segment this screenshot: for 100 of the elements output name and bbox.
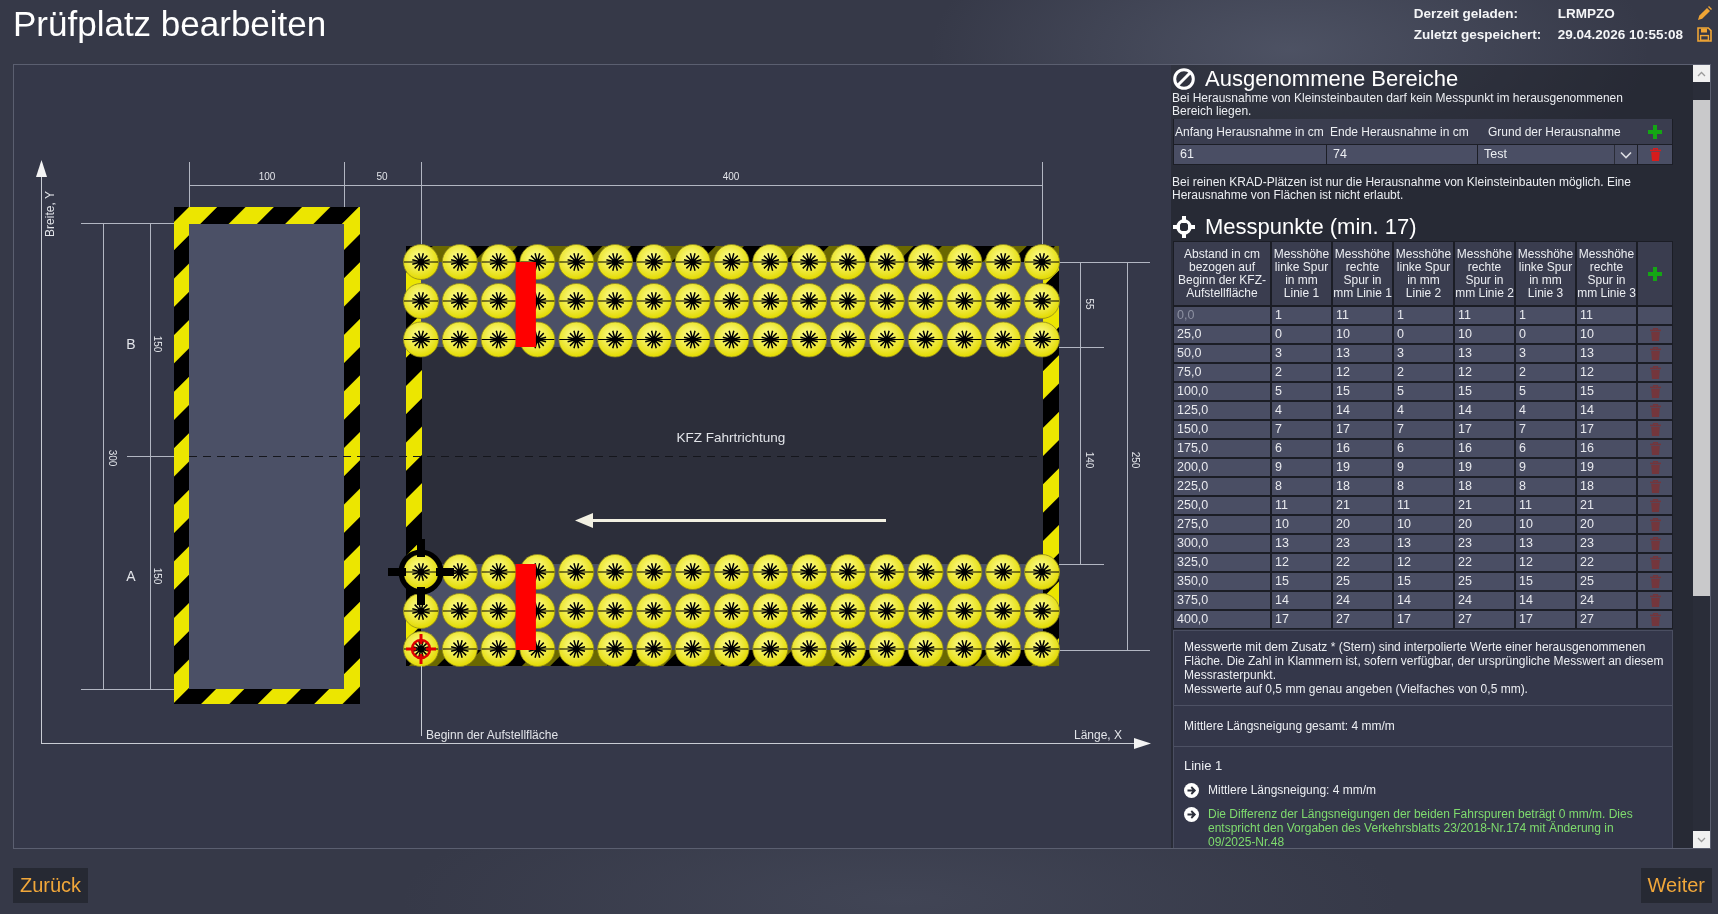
- trash-icon[interactable]: [1649, 518, 1661, 531]
- scrollbar-thumb[interactable]: [1693, 100, 1710, 596]
- table-cell: 16: [1333, 440, 1392, 457]
- laser-point-icon: [946, 244, 983, 280]
- dimension-label: 250: [1129, 451, 1141, 469]
- table-cell: 16: [1455, 440, 1514, 457]
- trash-icon[interactable]: [1649, 499, 1661, 512]
- next-button[interactable]: Weiter: [1640, 868, 1712, 903]
- trash-icon[interactable]: [1649, 148, 1661, 161]
- table-cell: 125,0: [1174, 402, 1270, 419]
- laser-point-icon: [713, 554, 750, 590]
- ban-icon: [1173, 68, 1195, 90]
- column-header: Abstand in cm bezogen auf Beginn der KFZ-Aufstellfläche: [1174, 242, 1270, 305]
- laser-point-icon: [441, 631, 478, 667]
- laser-point-icon: [1024, 631, 1060, 667]
- laser-point-icon: [558, 631, 595, 667]
- table-cell: 14: [1455, 402, 1514, 419]
- plus-icon[interactable]: [1648, 266, 1662, 281]
- pencil-icon[interactable]: [1697, 6, 1712, 21]
- table-cell: 13: [1455, 345, 1514, 362]
- input-field[interactable]: 74: [1327, 145, 1477, 164]
- trash-icon[interactable]: [1649, 347, 1661, 360]
- laser-point-icon: [868, 321, 905, 358]
- trash-icon[interactable]: [1649, 537, 1661, 550]
- plus-icon[interactable]: [1648, 124, 1662, 139]
- table-cell: 19: [1577, 459, 1636, 476]
- column-header: Grund der Herausnahme: [1487, 124, 1622, 139]
- table-cell: 18: [1455, 478, 1514, 495]
- laser-point-icon: [830, 244, 866, 280]
- table-cell: 15: [1333, 383, 1392, 400]
- laser-point-icon: [558, 283, 595, 319]
- table-cell: 10: [1394, 516, 1453, 533]
- table-cell: 0: [1516, 326, 1575, 343]
- table-cell: 13: [1516, 535, 1575, 552]
- laser-point-icon: [403, 283, 439, 319]
- laser-point-icon: [480, 593, 517, 629]
- dropdown[interactable]: Test: [1478, 145, 1637, 164]
- laser-point-icon: [636, 283, 672, 319]
- laser-point-icon: [480, 244, 517, 280]
- table-cell: 14: [1272, 592, 1331, 609]
- laser-point-icon: [403, 593, 439, 629]
- table-cell: 8: [1272, 478, 1331, 495]
- table-cell: 15: [1516, 573, 1575, 590]
- scroll-down-button[interactable]: [1693, 831, 1710, 848]
- input-field[interactable]: 61: [1174, 145, 1326, 164]
- trash-icon[interactable]: [1649, 556, 1661, 569]
- laser-point-icon: [674, 593, 711, 629]
- trash-icon[interactable]: [1649, 404, 1661, 417]
- trash-icon[interactable]: [1649, 594, 1661, 607]
- chevron-down-icon[interactable]: [1620, 150, 1632, 159]
- trash-icon[interactable]: [1649, 461, 1661, 474]
- laser-point-icon: [907, 554, 944, 590]
- table-cell: 17: [1577, 421, 1636, 438]
- trash-icon[interactable]: [1649, 480, 1661, 493]
- table-cell: 6: [1394, 440, 1453, 457]
- table-cell: 12: [1577, 364, 1636, 381]
- laser-point-icon: [480, 554, 517, 590]
- laser-point-icon: [830, 631, 866, 667]
- table-cell: 17: [1333, 421, 1392, 438]
- table-cell: 23: [1577, 535, 1636, 552]
- start-label: Beginn der Aufstellfläche: [426, 728, 559, 742]
- table-cell: 25: [1577, 573, 1636, 590]
- table-cell: 21: [1333, 497, 1392, 514]
- laser-point-icon: [1024, 244, 1060, 280]
- table-cell: 400,0: [1174, 611, 1270, 628]
- table-cell: 14: [1333, 402, 1392, 419]
- status-label: Zuletzt gespeichert:: [1413, 26, 1543, 44]
- trash-icon[interactable]: [1649, 366, 1661, 379]
- table-cell: 22: [1577, 554, 1636, 571]
- table-cell: 3: [1272, 345, 1331, 362]
- table-cell: 11: [1455, 307, 1514, 324]
- table-cell: 2: [1516, 364, 1575, 381]
- laser-point-icon: [985, 554, 1022, 590]
- trash-icon[interactable]: [1649, 613, 1661, 626]
- laser-point-icon: [558, 593, 595, 629]
- table-cell: 17: [1455, 421, 1514, 438]
- laser-point-icon: [868, 554, 905, 590]
- table-cell: 12: [1394, 554, 1453, 571]
- trash-icon[interactable]: [1649, 423, 1661, 436]
- laser-point-icon: [791, 554, 827, 590]
- section-title: Messpunkte (min. 17): [1205, 214, 1417, 240]
- dimension-label: 50: [376, 170, 388, 182]
- laser-point-icon: [868, 593, 905, 629]
- dimension-label: 400: [722, 170, 740, 182]
- trash-icon[interactable]: [1649, 575, 1661, 588]
- trash-icon[interactable]: [1649, 442, 1661, 455]
- scroll-up-button[interactable]: [1693, 65, 1710, 82]
- laser-point-icon: [558, 321, 595, 358]
- table-cell: 1: [1516, 307, 1575, 324]
- result-text: Mittlere Längsneigung: 4 mm/m: [1208, 783, 1377, 797]
- summary-text: Mittlere Längsneigung gesamt: 4 mm/m: [1184, 719, 1396, 733]
- table-cell: 21: [1577, 497, 1636, 514]
- laser-point-icon: [636, 244, 672, 280]
- table-cell: 19: [1455, 459, 1514, 476]
- trash-icon[interactable]: [1649, 328, 1661, 341]
- trash-icon[interactable]: [1649, 385, 1661, 398]
- column-header: Messhöhe rechte Spur in mm Linie 3: [1577, 242, 1636, 305]
- table-cell: 20: [1577, 516, 1636, 533]
- back-button[interactable]: Zurück: [13, 868, 89, 903]
- laser-point-icon: [830, 283, 866, 319]
